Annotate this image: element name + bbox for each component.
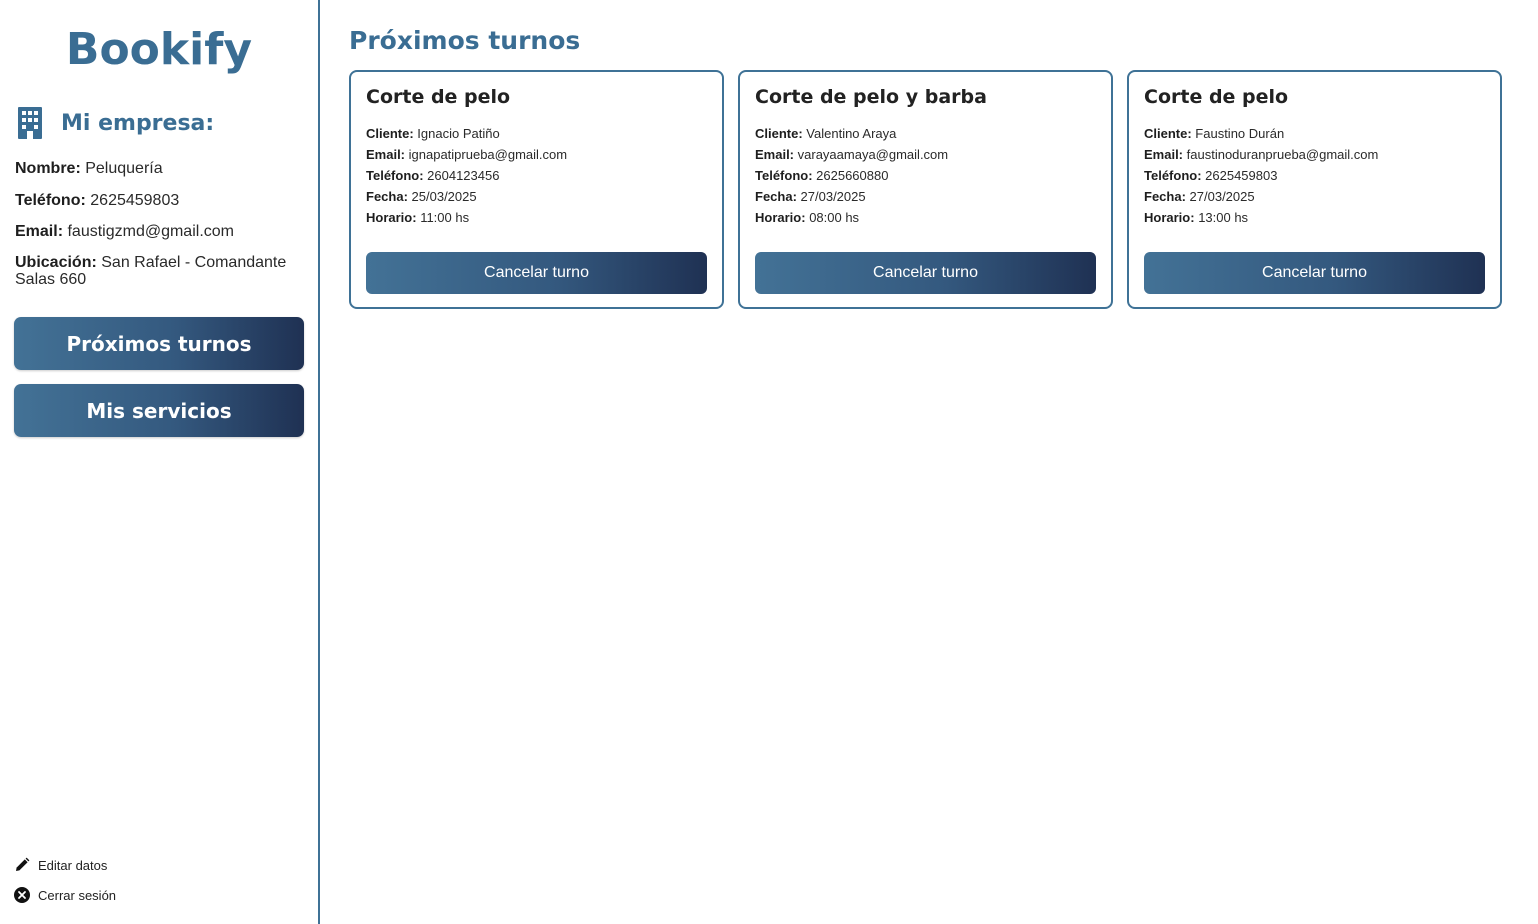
client-field: Cliente: Valentino Araya: [755, 123, 1096, 144]
service-title: Corte de pelo y barba: [755, 86, 987, 108]
company-email-label: Email:: [15, 223, 64, 240]
logout-label: Cerrar sesión: [38, 887, 117, 903]
appointment-card: Corte de pelo Cliente: Faustino Durán Em…: [1127, 70, 1502, 309]
company-location: Ubicación: San Rafael - Comandante Salas…: [15, 254, 305, 288]
company-email: Email: faustigzmd@gmail.com: [15, 223, 305, 240]
client-label: Cliente:: [755, 126, 803, 141]
cancel-appointment-button[interactable]: Cancelar turno: [755, 252, 1096, 294]
email-label: Email:: [1144, 147, 1184, 162]
phone-value: 2604123456: [427, 168, 500, 183]
date-value: 27/03/2025: [1189, 189, 1255, 204]
company-phone: Teléfono: 2625459803: [15, 192, 305, 209]
time-value: 08:00 hs: [809, 210, 860, 225]
pencil-icon: [16, 857, 30, 871]
client-value: Valentino Araya: [806, 126, 897, 141]
phone-label: Teléfono:: [755, 168, 813, 183]
email-label: Email:: [755, 147, 795, 162]
page-title: Próximos turnos: [349, 26, 581, 55]
client-field: Cliente: Ignacio Patiño: [366, 123, 707, 144]
company-title: Mi empresa:: [61, 110, 215, 136]
phone-value: 2625459803: [1205, 168, 1278, 183]
phone-field: Teléfono: 2625459803: [1144, 165, 1485, 186]
email-value: varayaamaya@gmail.com: [797, 147, 949, 162]
email-value: faustinoduranprueba@gmail.com: [1186, 147, 1379, 162]
phone-field: Teléfono: 2625660880: [755, 165, 1096, 186]
cancel-appointment-button[interactable]: Cancelar turno: [1144, 252, 1485, 294]
phone-label: Teléfono:: [366, 168, 424, 183]
date-value: 27/03/2025: [800, 189, 866, 204]
date-label: Fecha:: [366, 189, 408, 204]
client-label: Cliente:: [366, 126, 414, 141]
company-name-value: Peluquería: [85, 160, 163, 177]
sidebar: Bookify Mi empresa: Nombre: Peluquería T…: [0, 0, 320, 924]
time-label: Horario:: [755, 210, 806, 225]
date-field: Fecha: 25/03/2025: [366, 186, 707, 207]
client-label: Cliente:: [1144, 126, 1192, 141]
time-value: 13:00 hs: [1198, 210, 1249, 225]
company-header: Mi empresa:: [17, 106, 214, 140]
close-circle-icon: [14, 887, 30, 903]
company-name-label: Nombre:: [15, 160, 81, 177]
time-field: Horario: 08:00 hs: [755, 207, 1096, 228]
cancel-appointment-button[interactable]: Cancelar turno: [366, 252, 707, 294]
company-name: Nombre: Peluquería: [15, 160, 305, 177]
client-field: Cliente: Faustino Durán: [1144, 123, 1485, 144]
time-label: Horario:: [366, 210, 417, 225]
appointments-list: Corte de pelo Cliente: Ignacio Patiño Em…: [349, 70, 1502, 309]
service-title: Corte de pelo: [1144, 86, 1289, 108]
company-phone-label: Teléfono:: [15, 192, 86, 209]
date-field: Fecha: 27/03/2025: [755, 186, 1096, 207]
time-value: 11:00 hs: [420, 210, 470, 225]
email-value: ignapatiprueba@gmail.com: [408, 147, 568, 162]
date-value: 25/03/2025: [411, 189, 477, 204]
edit-data-label: Editar datos: [38, 857, 108, 873]
building-icon: [17, 106, 43, 140]
client-value: Ignacio Patiño: [417, 126, 500, 141]
time-field: Horario: 13:00 hs: [1144, 207, 1485, 228]
nav-mis-servicios-button[interactable]: Mis servicios: [14, 384, 304, 437]
logout-link[interactable]: Cerrar sesión: [14, 887, 116, 903]
email-field: Email: varayaamaya@gmail.com: [755, 144, 1096, 165]
company-location-label: Ubicación:: [15, 254, 97, 271]
date-field: Fecha: 27/03/2025: [1144, 186, 1485, 207]
time-label: Horario:: [1144, 210, 1195, 225]
app-logo: Bookify: [65, 24, 253, 75]
date-label: Fecha:: [755, 189, 797, 204]
appointment-card: Corte de pelo Cliente: Ignacio Patiño Em…: [349, 70, 724, 309]
edit-data-link[interactable]: Editar datos: [14, 857, 107, 873]
phone-label: Teléfono:: [1144, 168, 1202, 183]
time-field: Horario: 11:00 hs: [366, 207, 707, 228]
email-field: Email: ignapatiprueba@gmail.com: [366, 144, 707, 165]
client-value: Faustino Durán: [1195, 126, 1285, 141]
phone-field: Teléfono: 2604123456: [366, 165, 707, 186]
date-label: Fecha:: [1144, 189, 1186, 204]
company-email-value: faustigzmd@gmail.com: [67, 223, 234, 240]
email-label: Email:: [366, 147, 406, 162]
phone-value: 2625660880: [816, 168, 889, 183]
service-title: Corte de pelo: [366, 86, 511, 108]
email-field: Email: faustinoduranprueba@gmail.com: [1144, 144, 1485, 165]
company-phone-value: 2625459803: [90, 192, 180, 209]
appointment-card: Corte de pelo y barba Cliente: Valentino…: [738, 70, 1113, 309]
main-content: Próximos turnos Corte de pelo Cliente: I…: [320, 0, 1538, 924]
nav-proximos-turnos-button[interactable]: Próximos turnos: [14, 317, 304, 370]
